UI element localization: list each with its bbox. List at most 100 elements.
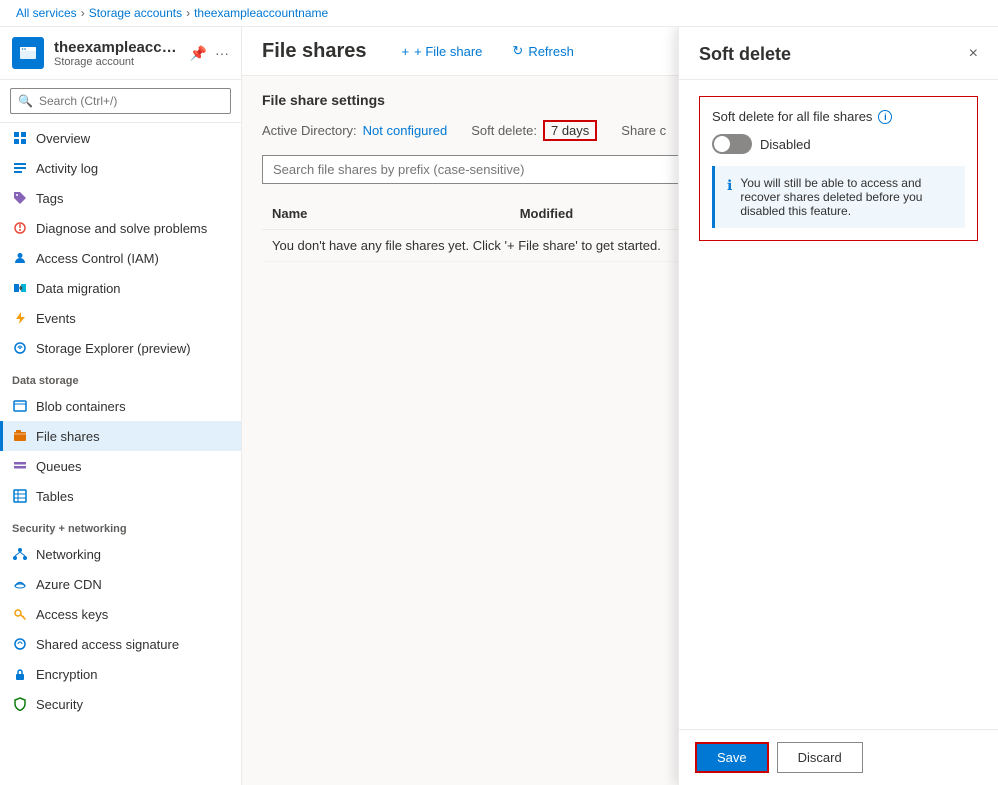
cdn-icon [12, 576, 28, 592]
sidebar-item-access-keys[interactable]: Access keys [0, 599, 241, 629]
refresh-icon: ↻ [512, 43, 523, 59]
toggle-thumb [714, 136, 730, 152]
add-icon: + [402, 44, 410, 59]
tags-label: Tags [36, 191, 63, 206]
sidebar-nav: Overview Activity log Tags Diagnose and … [0, 123, 241, 785]
col-name: Name [262, 198, 510, 230]
sidebar-item-queues[interactable]: Queues [0, 451, 241, 481]
sidebar-item-tags[interactable]: Tags [0, 183, 241, 213]
save-button[interactable]: Save [695, 742, 769, 773]
migrate-icon [12, 280, 28, 296]
soft-delete-box-header: Soft delete for all file shares i [712, 109, 965, 124]
tag-icon [12, 190, 28, 206]
refresh-button[interactable]: ↻ Refresh [501, 37, 584, 65]
file-shares-search[interactable] [262, 155, 682, 184]
network-icon [12, 546, 28, 562]
queues-label: Queues [36, 459, 82, 474]
sidebar-item-file-shares[interactable]: File shares [0, 421, 241, 451]
storage-explorer-label: Storage Explorer (preview) [36, 341, 191, 356]
table-icon [12, 488, 28, 504]
panel-close-button[interactable]: × [965, 41, 982, 67]
overview-label: Overview [36, 131, 90, 146]
sidebar-item-azure-cdn[interactable]: Azure CDN [0, 569, 241, 599]
search-input[interactable] [10, 88, 231, 114]
soft-delete-setting: Soft delete: 7 days [471, 120, 597, 141]
lock-icon [12, 666, 28, 682]
sidebar-item-diagnose[interactable]: Diagnose and solve problems [0, 213, 241, 243]
tables-label: Tables [36, 489, 74, 504]
share-cross-setting: Share c [621, 123, 666, 138]
person-icon [12, 250, 28, 266]
toggle-track[interactable] [712, 134, 752, 154]
sidebar-item-encryption[interactable]: Encryption [0, 659, 241, 689]
soft-delete-settings-label: Soft delete: [471, 123, 537, 138]
sidebar-item-networking[interactable]: Networking [0, 539, 241, 569]
security-label: Security [36, 697, 83, 712]
soft-delete-for-all-label: Soft delete for all file shares [712, 109, 872, 124]
list-icon [12, 160, 28, 176]
share-cross-label: Share c [621, 123, 666, 138]
azure-cdn-label: Azure CDN [36, 577, 102, 592]
file-shares-label: File shares [36, 429, 100, 444]
networking-label: Networking [36, 547, 101, 562]
discard-button[interactable]: Discard [777, 742, 863, 773]
toggle-state-label: Disabled [760, 137, 811, 152]
sidebar-item-overview[interactable]: Overview [0, 123, 241, 153]
sidebar: theexampleaccountname Storage account 📌 … [0, 27, 242, 785]
encryption-label: Encryption [36, 667, 97, 682]
page-title: File shares [262, 40, 367, 63]
breadcrumb-storage-accounts[interactable]: Storage accounts [89, 6, 182, 20]
data-storage-section-label: Data storage [0, 363, 241, 391]
pin-icon[interactable]: 📌 [190, 45, 207, 62]
soft-delete-toggle[interactable]: Disabled [712, 134, 965, 154]
sidebar-item-shared-access[interactable]: Shared access signature [0, 629, 241, 659]
blob-icon [12, 398, 28, 414]
soft-delete-value[interactable]: 7 days [543, 120, 597, 141]
panel-footer: Save Discard [679, 729, 998, 785]
info-icon: ℹ [727, 177, 732, 218]
security-networking-section-label: Security + networking [0, 511, 241, 539]
sidebar-item-blob-containers[interactable]: Blob containers [0, 391, 241, 421]
breadcrumb-account: theexampleaccountname [194, 6, 328, 20]
add-file-share-button[interactable]: + + File share [391, 38, 494, 65]
breadcrumb: All services › Storage accounts › theexa… [0, 0, 998, 27]
info-circle-icon[interactable]: i [878, 110, 892, 124]
panel-body: Soft delete for all file shares i Disabl… [679, 80, 998, 729]
sidebar-item-tables[interactable]: Tables [0, 481, 241, 511]
grid-icon [12, 130, 28, 146]
active-directory-setting: Active Directory: Not configured [262, 123, 447, 138]
sidebar-search-container: 🔍 [0, 80, 241, 123]
panel-title: Soft delete [699, 44, 791, 65]
panel-header: Soft delete × [679, 27, 998, 80]
resource-header: theexampleaccountname Storage account 📌 … [0, 27, 241, 80]
bolt-icon [12, 310, 28, 326]
access-keys-label: Access keys [36, 607, 108, 622]
key-icon [12, 606, 28, 622]
breadcrumb-all-services[interactable]: All services [16, 6, 77, 20]
access-control-label: Access Control (IAM) [36, 251, 159, 266]
explore-icon [12, 340, 28, 356]
sidebar-item-events[interactable]: Events [0, 303, 241, 333]
sidebar-item-access-control[interactable]: Access Control (IAM) [0, 243, 241, 273]
resource-header-icons[interactable]: 📌 ··· [190, 45, 229, 62]
more-icon[interactable]: ··· [215, 45, 229, 62]
sidebar-item-storage-explorer[interactable]: Storage Explorer (preview) [0, 333, 241, 363]
active-directory-value[interactable]: Not configured [363, 123, 448, 138]
resource-subtitle: Storage account [54, 56, 180, 68]
content-area: File shares + + File share ↻ Refresh Fil… [242, 27, 998, 785]
resource-title: theexampleaccountname [54, 39, 180, 56]
search-icon: 🔍 [18, 94, 33, 108]
events-label: Events [36, 311, 76, 326]
info-message-box: ℹ You will still be able to access and r… [712, 166, 965, 228]
sas-icon [12, 636, 28, 652]
fileshare-icon [12, 428, 28, 444]
active-directory-label: Active Directory: [262, 123, 357, 138]
shared-access-label: Shared access signature [36, 637, 179, 652]
resource-icon [12, 37, 44, 69]
sidebar-item-security[interactable]: Security [0, 689, 241, 719]
sidebar-item-data-migration[interactable]: Data migration [0, 273, 241, 303]
sidebar-item-activity-log[interactable]: Activity log [0, 153, 241, 183]
wrench-icon [12, 220, 28, 236]
soft-delete-panel: Soft delete × Soft delete for all file s… [678, 27, 998, 785]
refresh-label: Refresh [528, 44, 574, 59]
